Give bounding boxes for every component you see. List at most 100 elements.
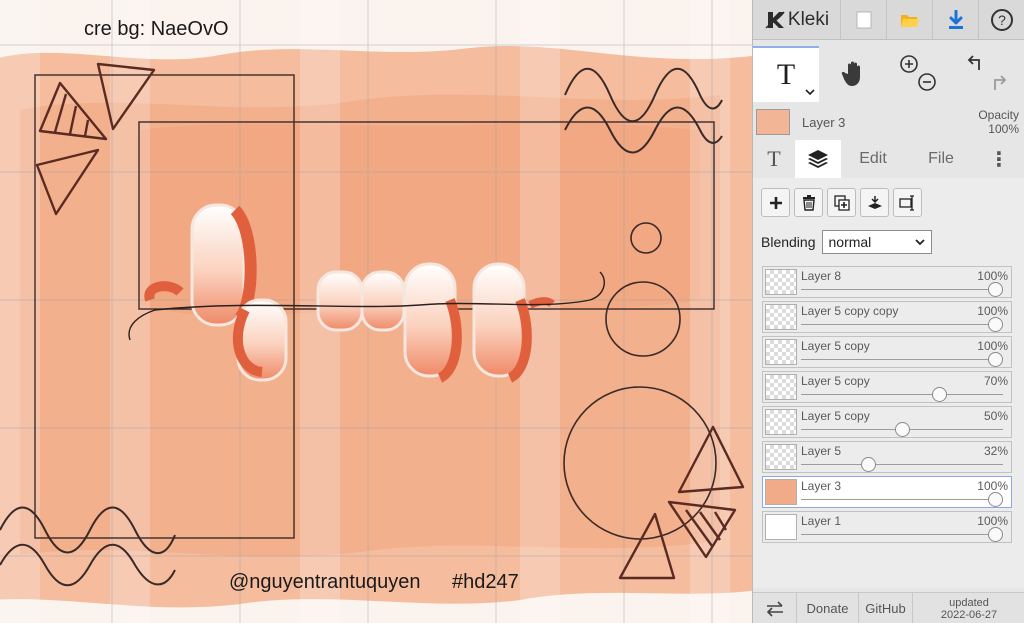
layer-thumbnail: [765, 304, 797, 330]
zoom-in-icon[interactable]: [899, 54, 919, 74]
layer-opacity-text: 100%: [977, 514, 1008, 528]
layer-row[interactable]: Layer 5 copy 70%: [762, 371, 1012, 403]
layer-row[interactable]: Layer 3 100%: [762, 476, 1012, 508]
layer-opacity-slider-handle[interactable]: [988, 282, 1003, 297]
layer-opacity-text: 50%: [983, 409, 1008, 423]
layer-row[interactable]: Layer 8 100%: [762, 266, 1012, 298]
top-bar: Kleki ?: [753, 0, 1024, 40]
tab-layers[interactable]: [795, 140, 841, 178]
more-icon: ⋮: [989, 148, 1009, 171]
credit-text: cre bg: NaeOvO: [84, 18, 229, 40]
github-link[interactable]: GitHub: [859, 593, 913, 623]
layer-name: Layer 8: [801, 269, 842, 283]
merge-down-button[interactable]: [860, 188, 889, 217]
layer-opacity-text: 100%: [977, 479, 1008, 493]
layer-opacity-slider-handle[interactable]: [988, 492, 1003, 507]
more-menu-button[interactable]: ⋮: [977, 140, 1021, 178]
layer-row[interactable]: Layer 5 copy 100%: [762, 336, 1012, 368]
chevron-down-icon: [914, 239, 925, 246]
redo-icon[interactable]: [989, 74, 1009, 92]
layer-opacity-slider[interactable]: [801, 324, 1003, 325]
history-buttons: [953, 46, 1024, 102]
layer-thumbnail: [765, 269, 797, 295]
layer-opacity-slider[interactable]: [801, 289, 1003, 290]
zoom-out-icon[interactable]: [917, 72, 937, 92]
tab-edit[interactable]: Edit: [841, 140, 905, 178]
add-layer-button[interactable]: [761, 188, 790, 217]
layer-thumbnail: [765, 374, 797, 400]
blending-select[interactable]: normal: [821, 230, 932, 254]
layer-opacity-slider-handle[interactable]: [988, 527, 1003, 542]
layer-opacity-slider-handle[interactable]: [931, 387, 947, 402]
download-icon: [948, 10, 963, 29]
layer-thumbnail: [765, 339, 797, 365]
current-layer-name: Layer 3: [802, 114, 846, 130]
layer-thumbnail: [765, 444, 797, 470]
hand-tool-icon: [841, 61, 860, 86]
author-handle-text: @nguyentrantuquyen: [229, 571, 421, 593]
layers-panel: Blending normal Layer 8 100% Layer 5 copy …: [753, 178, 1024, 588]
download-button[interactable]: [933, 0, 979, 40]
layer-name: Layer 5: [801, 444, 842, 458]
layer-row[interactable]: Layer 5 copy 50%: [762, 406, 1012, 438]
layer-opacity-slider[interactable]: [801, 394, 1003, 395]
rename-layer-icon: [898, 194, 914, 211]
kleki-brand[interactable]: Kleki: [753, 0, 841, 40]
tab-text[interactable]: T: [753, 140, 795, 178]
kleki-logo-icon: [765, 11, 785, 29]
delete-layer-icon: [802, 194, 815, 211]
panel-tabs: T Edit File ⋮: [753, 140, 1024, 178]
current-layer-thumbnail: [756, 109, 790, 135]
donate-link[interactable]: Donate: [797, 593, 859, 623]
layer-thumbnail: [765, 514, 797, 540]
layers-icon: [808, 150, 828, 168]
tool-row: T: [753, 46, 1024, 102]
duplicate-layer-button[interactable]: [827, 188, 856, 217]
help-button[interactable]: ?: [979, 0, 1024, 40]
layer-opacity-text: 100%: [977, 304, 1008, 318]
app-name: Kleki: [787, 9, 830, 30]
zoom-buttons: [889, 46, 953, 102]
undo-icon[interactable]: [965, 54, 985, 72]
swap-arrows-icon: [766, 600, 783, 617]
blending-control: Blending normal: [761, 230, 932, 254]
layer-name: Layer 5 copy: [801, 339, 870, 353]
chevron-down-icon[interactable]: [805, 88, 815, 96]
drawing-canvas[interactable]: cre bg: NaeOvO @nguyentrantuquyen #hd247: [0, 0, 752, 623]
layer-opacity-text: 70%: [983, 374, 1008, 388]
layer-row[interactable]: Layer 1 100%: [762, 511, 1012, 543]
layer-name: Layer 3: [801, 479, 842, 493]
delete-layer-button[interactable]: [794, 188, 823, 217]
new-image-icon: [856, 11, 871, 29]
open-folder-icon: [900, 15, 919, 27]
side-panel: Kleki ? T Layer 3 Opacity 100% T Edit Fi…: [752, 0, 1024, 623]
open-image-button[interactable]: [887, 0, 933, 40]
canvas-artwork: [0, 0, 752, 623]
layer-opacity-slider[interactable]: [801, 464, 1003, 465]
layer-opacity-slider-handle[interactable]: [988, 352, 1003, 367]
rename-layer-button[interactable]: [893, 188, 922, 217]
layer-name: Layer 5 copy: [801, 374, 870, 388]
hand-tool-button[interactable]: [819, 46, 889, 102]
layer-row[interactable]: Layer 5 copy copy 100%: [762, 301, 1012, 333]
layer-opacity-text: 32%: [983, 444, 1008, 458]
layer-opacity-text: 100%: [977, 269, 1008, 283]
layer-opacity-slider-handle[interactable]: [894, 422, 910, 437]
merge-down-icon: [867, 195, 882, 209]
blending-value: normal: [828, 234, 872, 250]
panel-footer: Donate GitHub updated 2022-06-27: [753, 592, 1024, 623]
layer-opacity-slider[interactable]: [801, 499, 1003, 500]
swap-side-button[interactable]: [753, 593, 797, 623]
tab-file[interactable]: File: [905, 140, 977, 178]
updated-info[interactable]: updated 2022-06-27: [913, 593, 1024, 623]
text-tool-button[interactable]: T: [753, 46, 819, 102]
layer-row[interactable]: Layer 5 32%: [762, 441, 1012, 473]
add-layer-icon: [769, 196, 782, 209]
layer-thumbnail: [765, 479, 797, 505]
layer-opacity-slider-handle[interactable]: [860, 457, 876, 472]
help-icon: ?: [991, 9, 1013, 31]
layer-opacity-slider-handle[interactable]: [988, 317, 1003, 332]
layer-opacity-slider[interactable]: [801, 534, 1003, 535]
new-image-button[interactable]: [841, 0, 887, 40]
layer-opacity-slider[interactable]: [801, 359, 1003, 360]
